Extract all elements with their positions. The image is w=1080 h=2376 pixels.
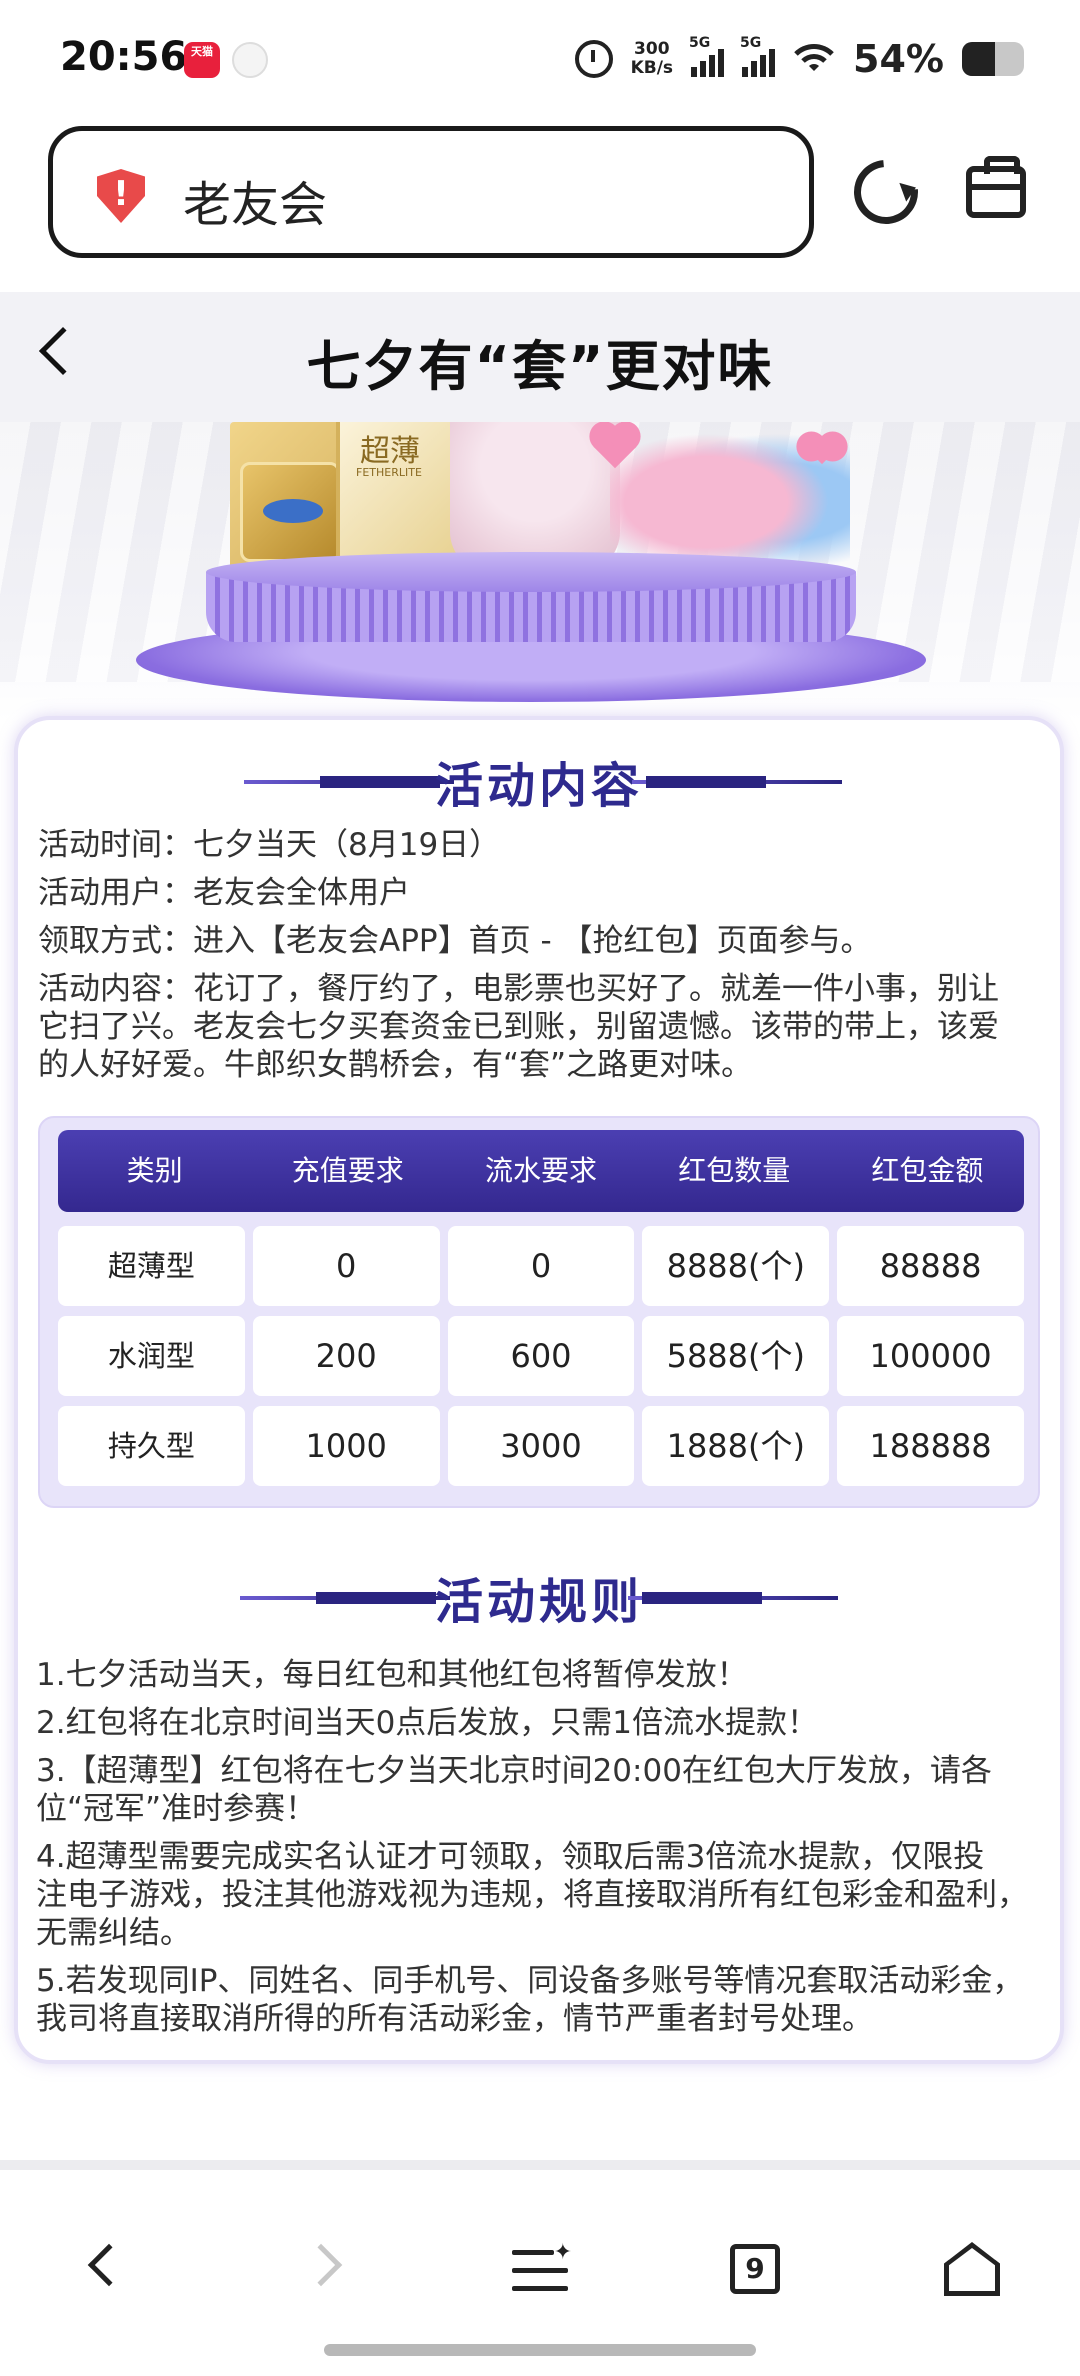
table-header-cell: 类别 [126,1154,183,1187]
sim2-label: 5G [740,35,762,51]
battery-fill [962,42,996,76]
battery-icon [962,42,1024,76]
activity-time: 活动时间：七夕当天（8月19日） [38,827,501,863]
rule-item-4-cont: 注电子游戏，投注其他游戏视为违规，将直接取消所有红包彩金和盈利， [36,1877,1028,1913]
rule-item-1: 1.七夕活动当天，每日红包和其他红包将暂停发放！ [36,1657,748,1693]
clock-notification-icon [232,42,268,78]
nav-back-icon[interactable] [87,2243,131,2287]
promo-banner: 超薄 FETHERLITE [0,422,1080,722]
rule-item-2: 2.红包将在北京时间当天0点后发放，只需1倍流水提款！ [36,1705,819,1741]
sim1-label: 5G [689,35,711,51]
tabs-icon[interactable]: 9 [730,2244,780,2294]
reload-icon[interactable] [840,146,932,238]
network-speed: 300 KB/s [631,40,673,78]
table-header: 类别 充值要求 流水要求 红包数量 红包金额 [58,1130,1024,1212]
table-cell: 5888(个) [642,1316,830,1396]
table-row: 水润型 200 600 5888(个) 100000 [58,1316,1024,1396]
network-speed-unit: KB/s [630,58,674,78]
heart-icon [807,435,837,465]
table-cell: 超薄型 [58,1226,245,1306]
table-row: 持久型 1000 3000 1888(个) 188888 [58,1406,1024,1486]
table-header-cell: 流水要求 [485,1154,598,1187]
address-bar[interactable]: ! 老友会 [48,126,814,258]
rules-section-heading: 活动规则 [18,1562,1060,1632]
rule-item-3: 3.【超薄型】红包将在七夕当天北京时间20:00在红包大厅发放，请各 [36,1753,992,1789]
page-header: 七夕有“套”更对味 [0,292,1080,422]
rules-heading-text: 活动规则 [434,1574,643,1630]
table-cell: 600 [447,1316,635,1396]
activity-content-line: 活动内容：花订了，餐厅约了，电影票也买好了。就差一件小事，别让 [38,971,999,1007]
table-cell: 100000 [837,1316,1024,1396]
wifi-icon [793,42,836,76]
page: 20:56 天猫 300 KB/s 5G 5G 54% ! 老友会 七夕有“套”… [0,0,1080,2376]
podium-top [206,552,856,592]
product-box-subtext: FETHERLITE [356,466,422,479]
rule-item-5: 5.若发现同IP、同姓名、同手机号、同设备多账号等情况套取活动彩金， [36,1963,1024,1999]
table-header-cell: 充值要求 [291,1154,404,1187]
table-header-cell: 红包金额 [871,1154,984,1187]
table-header-cell: 红包数量 [678,1154,791,1187]
page-title: 七夕有“套”更对味 [306,335,774,398]
network-speed-value: 300 [634,39,670,59]
table-cell: 3000 [447,1406,635,1486]
menu-icon[interactable]: ✦ [512,2240,572,2292]
table-cell: 0 [252,1226,440,1306]
battery-percent: 54% [853,37,944,81]
rule-item-4-cont: 无需纠结。 [36,1915,191,1951]
activity-claim-method: 领取方式：进入【老友会APP】首页 - 【抢红包】页面参与。 [38,923,872,959]
table-cell: 1000 [252,1406,440,1486]
alarm-icon [574,40,613,78]
status-indicators: 300 KB/s 5G 5G 54% [574,35,1024,82]
shield-alert-icon[interactable]: ! [97,169,145,223]
table-cell: 水润型 [58,1316,245,1396]
activity-card: 活动内容 活动时间：七夕当天（8月19日） 活动用户：老友会全体用户 领取方式：… [14,716,1064,2064]
signal-sim1-icon: 5G [689,35,725,77]
table-cell: 88888 [837,1226,1024,1306]
address-bar-text[interactable]: 老友会 [183,165,327,235]
rule-item-5-cont: 我司将直接取消所得的所有活动彩金，情节严重者封号处理。 [36,2001,873,2037]
table-cell: 0 [447,1226,635,1306]
nav-forward-icon[interactable] [299,2243,343,2287]
toolbox-icon[interactable] [966,156,1026,218]
tmall-notification-icon: 天猫 [184,42,220,78]
table-cell: 188888 [837,1406,1024,1486]
table-row: 超薄型 0 0 8888(个) 88888 [58,1226,1024,1306]
home-indicator[interactable] [324,2344,756,2356]
table-cell: 8888(个) [642,1226,830,1306]
table-cell: 200 [252,1316,440,1396]
home-icon[interactable] [944,2242,1000,2296]
activity-content-line: 它扫了兴。老友会七夕买套资金已到账，别留遗憾。该带的带上，该爱 [38,1009,999,1045]
rule-item-4: 4.超薄型需要完成实名认证才可领取，领取后需3倍流水提款，仅限投 [36,1839,985,1875]
bottom-divider [0,2160,1080,2170]
activity-content-line: 的人好好爱。牛郎织女鹊桥会，有“套”之路更对味。 [38,1047,753,1083]
product-box-text: 超薄 [360,434,420,469]
status-bar: 20:56 天猫 300 KB/s 5G 5G 54% [0,0,1080,118]
reward-table: 类别 充值要求 流水要求 红包数量 红包金额 超薄型 0 0 8888(个) 8… [38,1116,1040,1508]
signal-sim2-icon: 5G [740,35,776,77]
activity-heading-text: 活动内容 [434,758,643,814]
status-time: 20:56 [60,34,188,80]
activity-section-heading: 活动内容 [18,746,1060,816]
table-cell: 1888(个) [642,1406,830,1486]
rule-item-3-cont: 位“冠军”准时参赛！ [36,1791,317,1827]
activity-users: 活动用户：老友会全体用户 [38,875,410,911]
table-cell: 持久型 [58,1406,245,1486]
